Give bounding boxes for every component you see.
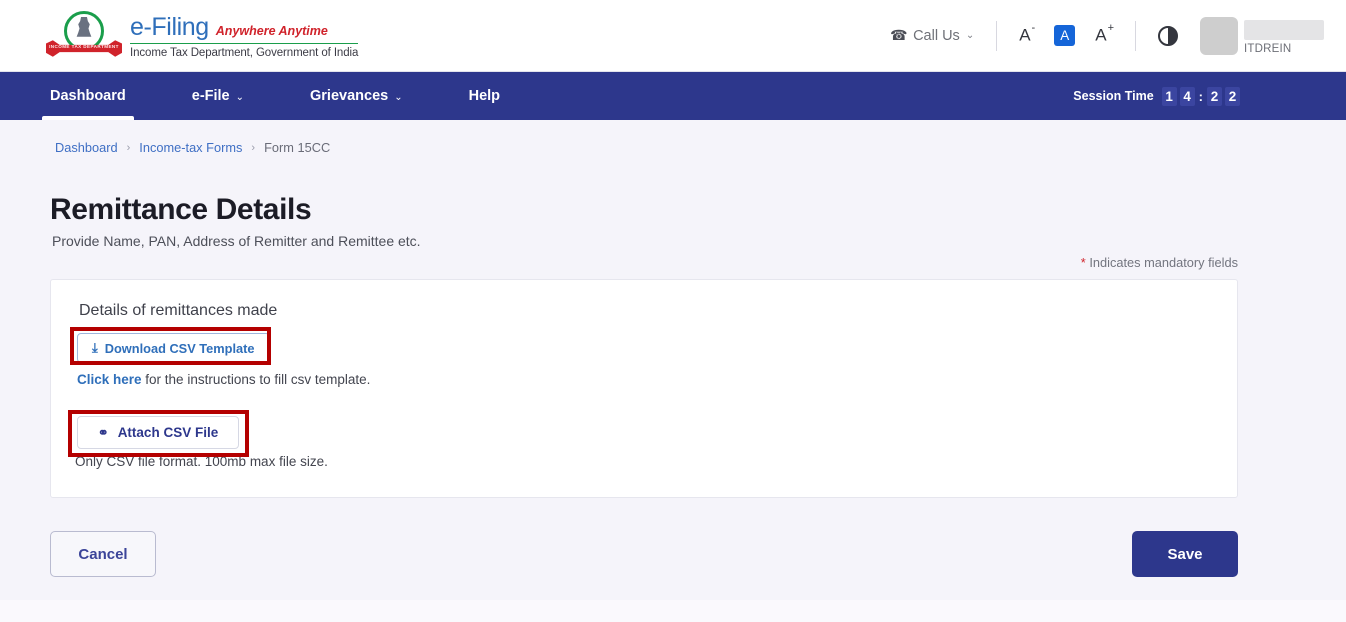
- cancel-button[interactable]: Cancel: [50, 531, 156, 577]
- page-root: INCOME TAX DEPARTMENT e-Filing Anywhere …: [0, 0, 1346, 622]
- session-digit-h1: 1: [1162, 87, 1177, 106]
- chevron-down-icon: ⌄: [966, 30, 974, 41]
- nav-item-help[interactable]: Help: [465, 72, 504, 120]
- font-increase-button[interactable]: A+: [1095, 25, 1113, 46]
- nav-item-efile[interactable]: e-File ⌄: [188, 72, 248, 120]
- breadcrumb-item-income-tax-forms[interactable]: Income-tax Forms: [139, 140, 242, 155]
- main-navbar: Dashboard e-File ⌄ Grievances ⌄ Help Ses…: [0, 72, 1346, 120]
- font-decrease-sup: -: [1032, 22, 1036, 34]
- nav-item-dashboard[interactable]: Dashboard: [46, 72, 130, 120]
- nav-item-dashboard-label: Dashboard: [50, 88, 126, 104]
- nav-item-grievances[interactable]: Grievances ⌄: [306, 72, 407, 120]
- font-normal-button[interactable]: A: [1054, 25, 1075, 46]
- contrast-icon[interactable]: [1158, 26, 1178, 46]
- csv-instructions-note: Click here for the instructions to fill …: [77, 372, 370, 387]
- click-here-link[interactable]: Click here: [77, 372, 142, 387]
- user-name-redacted: [1244, 20, 1324, 40]
- session-digit-m2: 2: [1225, 87, 1240, 106]
- brand-subtitle: Income Tax Department, Government of Ind…: [130, 47, 358, 59]
- avatar: [1200, 17, 1238, 55]
- session-separator: :: [1199, 89, 1203, 104]
- breadcrumb: Dashboard › Income-tax Forms › Form 15CC: [55, 140, 330, 155]
- annotation-box-download-button: [70, 327, 271, 365]
- emblem-ribbon-text: INCOME TAX DEPARTMENT: [46, 44, 122, 49]
- session-timer-label: Session Time: [1073, 89, 1153, 103]
- chevron-down-icon: ⌄: [394, 92, 402, 103]
- nav-items: Dashboard e-File ⌄ Grievances ⌄ Help: [46, 72, 504, 120]
- csv-instructions-rest: for the instructions to fill csv templat…: [142, 372, 371, 387]
- font-increase-label: A: [1095, 26, 1106, 45]
- page-subtitle: Provide Name, PAN, Address of Remitter a…: [52, 233, 421, 249]
- call-us-label: Call Us: [913, 28, 960, 44]
- phone-icon: ☎: [890, 27, 907, 44]
- nav-item-efile-label: e-File: [192, 88, 230, 104]
- page-title: Remittance Details: [50, 193, 311, 227]
- font-decrease-button[interactable]: A-: [1019, 25, 1034, 46]
- font-size-controls: A- A A+: [1019, 25, 1113, 46]
- top-header: INCOME TAX DEPARTMENT e-Filing Anywhere …: [0, 0, 1346, 72]
- nav-item-grievances-label: Grievances: [310, 88, 388, 104]
- header-divider-2: [1135, 21, 1136, 51]
- session-timer: Session Time 1 4 : 2 2: [1073, 87, 1240, 106]
- mandatory-note-text: Indicates mandatory fields: [1086, 255, 1238, 270]
- font-normal-label: A: [1060, 28, 1069, 43]
- mandatory-fields-note: * Indicates mandatory fields: [1081, 255, 1238, 270]
- chevron-down-icon: ⌄: [236, 92, 244, 103]
- user-account[interactable]: ITDREIN: [1200, 17, 1324, 55]
- breadcrumb-item-form-15cc: Form 15CC: [264, 140, 330, 155]
- user-info: ITDREIN: [1244, 20, 1324, 55]
- annotation-box-attach-button: [68, 410, 249, 457]
- card-heading: Details of remittances made: [79, 302, 277, 320]
- font-decrease-label: A: [1019, 26, 1030, 45]
- brand-title: e-Filing: [130, 13, 209, 42]
- save-button[interactable]: Save: [1132, 531, 1238, 577]
- remittances-card: Details of remittances made ⤓ Download C…: [50, 279, 1238, 498]
- breadcrumb-item-dashboard[interactable]: Dashboard: [55, 140, 118, 155]
- call-us-dropdown[interactable]: ☎ Call Us ⌄: [890, 27, 975, 44]
- brand-title-row: e-Filing Anywhere Anytime: [130, 13, 358, 44]
- breadcrumb-separator: ›: [251, 142, 255, 154]
- font-increase-sup: +: [1108, 22, 1114, 34]
- brand-tagline: Anywhere Anytime: [216, 24, 328, 38]
- header-right-controls: ☎ Call Us ⌄ A- A A+: [890, 17, 1324, 55]
- breadcrumb-separator: ›: [127, 142, 131, 154]
- footer-strip: [0, 600, 1346, 622]
- session-timer-digits: 1 4 : 2 2: [1162, 87, 1240, 106]
- nav-item-help-label: Help: [469, 88, 500, 104]
- header-divider-1: [996, 21, 997, 51]
- india-emblem-icon: INCOME TAX DEPARTMENT: [46, 10, 122, 62]
- brand-logo[interactable]: INCOME TAX DEPARTMENT e-Filing Anywhere …: [46, 10, 358, 62]
- session-digit-m1: 2: [1207, 87, 1222, 106]
- brand-text: e-Filing Anywhere Anytime Income Tax Dep…: [130, 13, 358, 59]
- session-digit-h2: 4: [1180, 87, 1195, 106]
- user-id-label: ITDREIN: [1244, 43, 1324, 55]
